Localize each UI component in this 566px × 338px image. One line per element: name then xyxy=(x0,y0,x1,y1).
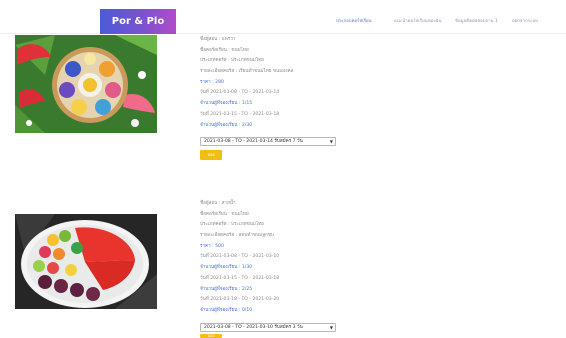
course-info-2: ชื่อผู้สอน : สายน้ำ ชื่อคอร์สเรียน : ขนม… xyxy=(200,201,280,320)
course-image xyxy=(15,214,157,309)
nav-item-courses[interactable]: ประกอบคอร์สเรียน xyxy=(336,17,372,24)
book-button[interactable]: จอง xyxy=(200,333,222,338)
nav-item-contact[interactable]: ข้อมูลติดต่อสอบถาม 1 xyxy=(455,17,498,24)
course-image xyxy=(15,35,157,133)
book-button[interactable]: จอง xyxy=(200,150,222,160)
chevron-down-icon: ▼ xyxy=(329,139,333,144)
nav-item-logout[interactable]: ออกจากระบบ xyxy=(512,17,538,24)
course-round-seats: จำนวนผู้ที่จองเรียน : 2/30 xyxy=(200,122,253,128)
round-select[interactable]: 2021-03-08 - TO - 2021-03-14 รับสมัคร 7 … xyxy=(200,137,336,146)
round-select[interactable]: 2021-03-08 - TO - 2021-03-10 รับสมัคร 3 … xyxy=(200,323,336,332)
course-info-1: ชื่อผู้สอน : แพรวา ชื่อคอร์สเรียน : ขนมไ… xyxy=(200,37,293,134)
course-round-date: วันที่ 2021-03-15 - TO - 2021-03-18 xyxy=(200,275,280,281)
course-round-seats: จำนวนผู้ที่จองเรียน : 0/10 xyxy=(200,307,253,313)
round-select-value: 2021-03-08 - TO - 2021-03-14 รับสมัคร 7 … xyxy=(204,139,303,144)
nav-item-my-courses[interactable]: แนะนำคอร์สเรียนของฉัน xyxy=(394,17,441,24)
course-round-date: วันที่ 2021-03-15 - TO - 2021-03-18 xyxy=(200,111,280,117)
round-select-value: 2021-03-08 - TO - 2021-03-10 รับสมัคร 3 … xyxy=(204,325,303,330)
chevron-down-icon: ▼ xyxy=(329,325,333,330)
top-navbar: Por & Plo ประกอบคอร์สเรียน แนะนำคอร์สเรี… xyxy=(0,0,566,34)
brand-logo[interactable]: Por & Plo xyxy=(100,9,176,34)
